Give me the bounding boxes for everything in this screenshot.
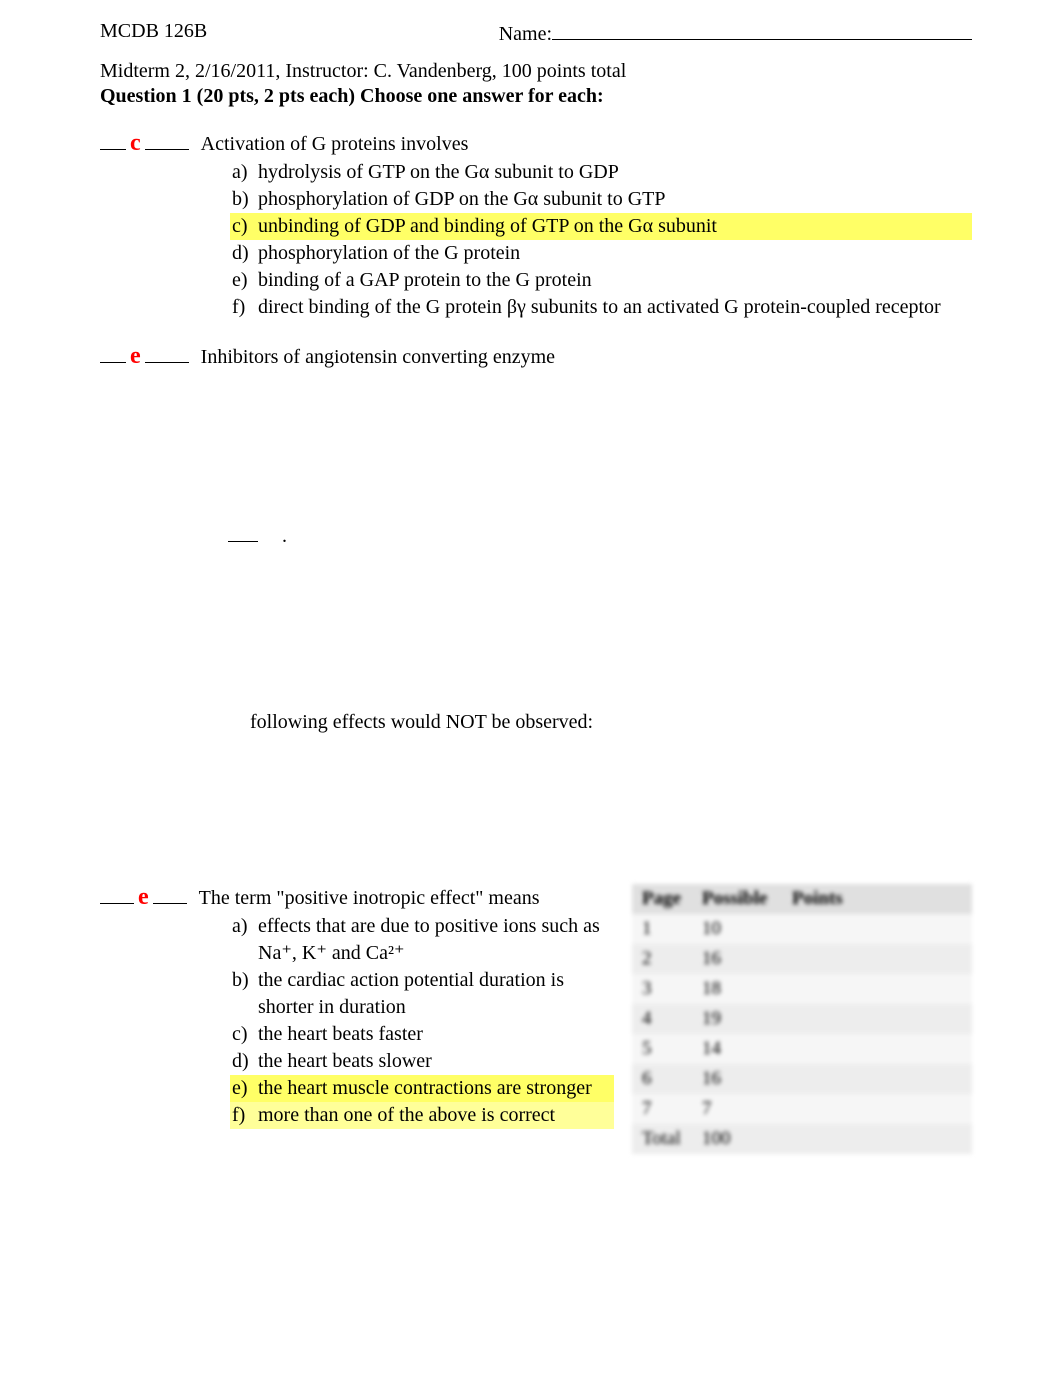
col-page: Page bbox=[632, 884, 692, 914]
answer-blank[interactable] bbox=[228, 522, 258, 542]
table-row: 216 bbox=[632, 944, 972, 974]
question-stem: The term "positive inotropic effect" mea… bbox=[199, 887, 540, 910]
answer-blank[interactable] bbox=[100, 130, 126, 150]
option-e: e)binding of a GAP protein to the G prot… bbox=[230, 267, 972, 294]
table-row: 77 bbox=[632, 1094, 972, 1124]
answer-letter: e bbox=[138, 884, 149, 911]
option-d: d)phosphorylation of the G protein bbox=[230, 240, 972, 267]
answer-blank[interactable] bbox=[145, 130, 189, 150]
col-possible: Possible bbox=[692, 884, 782, 914]
table-header-row: Page Possible Points bbox=[632, 884, 972, 914]
question-1: c Activation of G proteins involves a)hy… bbox=[100, 130, 972, 321]
table-row: 514 bbox=[632, 1034, 972, 1064]
page-header: MCDB 126B Name: bbox=[100, 20, 972, 46]
question-4-fragment: following effects would NOT be observed: bbox=[228, 708, 972, 734]
option-b: b)phosphorylation of GDP on the Gα subun… bbox=[230, 186, 972, 213]
table-row: 318 bbox=[632, 974, 972, 1004]
table-row-total: Total100 bbox=[632, 1124, 972, 1154]
option-e-highlighted: e)the heart muscle contractions are stro… bbox=[230, 1075, 614, 1102]
option-f: f)direct binding of the G protein βγ sub… bbox=[230, 294, 972, 321]
table-row: 110 bbox=[632, 914, 972, 944]
exam-info: Midterm 2, 2/16/2011, Instructor: C. Van… bbox=[100, 60, 972, 83]
fragment-row: . bbox=[228, 522, 972, 548]
question-stem: Inhibitors of angiotensin converting enz… bbox=[201, 346, 555, 369]
name-label: Name: bbox=[499, 23, 552, 46]
option-a: a)hydrolysis of GTP on the Gα subunit to… bbox=[230, 159, 972, 186]
question-heading: Question 1 (20 pts, 2 pts each) Choose o… bbox=[100, 85, 972, 108]
answer-blank[interactable] bbox=[100, 343, 126, 363]
fragment-text: following effects would NOT be observed: bbox=[250, 711, 593, 734]
col-points: Points bbox=[782, 884, 972, 914]
option-f-partial: f)more than one of the above is correct bbox=[230, 1102, 614, 1129]
option-a: a)effects that are due to positive ions … bbox=[230, 913, 614, 967]
answer-blank[interactable] bbox=[100, 884, 134, 904]
question-2: e Inhibitors of angiotensin converting e… bbox=[100, 343, 972, 370]
table-row: 616 bbox=[632, 1064, 972, 1094]
score-table: Page Possible Points 110 216 318 419 514… bbox=[632, 884, 972, 1154]
answer-letter: e bbox=[130, 343, 141, 370]
name-field: Name: bbox=[499, 20, 972, 46]
question-stem: Activation of G proteins involves bbox=[201, 133, 469, 156]
option-b: b)the cardiac action potential duration … bbox=[230, 967, 614, 1021]
option-c-highlighted: c)unbinding of GDP and binding of GTP on… bbox=[230, 213, 972, 240]
table-row: 419 bbox=[632, 1004, 972, 1034]
option-d: d)the heart beats slower bbox=[230, 1048, 614, 1075]
answer-blank[interactable] bbox=[145, 343, 189, 363]
answer-blank[interactable] bbox=[153, 884, 187, 904]
fragment-text: . bbox=[282, 525, 287, 548]
option-c: c)the heart beats faster bbox=[230, 1021, 614, 1048]
question-5: e The term "positive inotropic effect" m… bbox=[100, 884, 614, 1129]
name-blank-line[interactable] bbox=[552, 20, 972, 40]
answer-letter: c bbox=[130, 130, 141, 157]
course-code: MCDB 126B bbox=[100, 20, 207, 46]
